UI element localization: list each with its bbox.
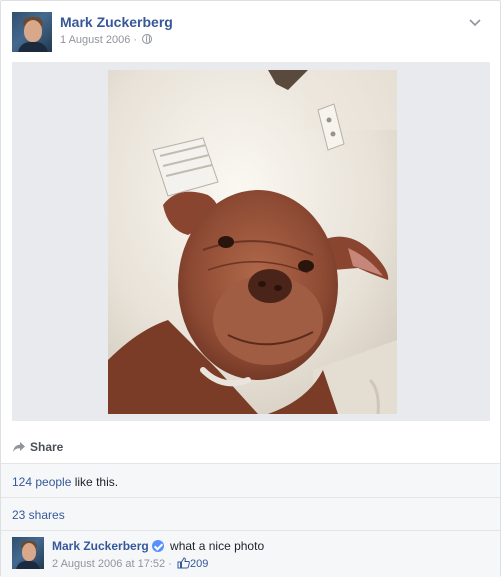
comment-meta-separator: · [168, 558, 172, 570]
comment-timestamp[interactable]: 2 August 2006 at 17:52 [52, 558, 165, 570]
likes-row: 124 people like this. [1, 463, 500, 497]
comment-author[interactable]: Mark Zuckerberg [52, 539, 149, 553]
meta-separator: · [133, 34, 138, 46]
comment-text: what a nice photo [170, 539, 265, 553]
likes-summary: 124 people like this. [12, 475, 118, 489]
photo-container [12, 62, 490, 421]
share-label: Share [30, 440, 64, 454]
share-arrow-icon [13, 442, 25, 452]
comment-meta: 2 August 2006 at 17:52 · 209 [52, 557, 208, 570]
post-photo[interactable] [108, 70, 397, 414]
comment-row: Mark Zuckerberg what a nice photo 2 Augu… [1, 530, 500, 577]
post-meta: 1 August 2006 · [60, 34, 153, 46]
likes-suffix: like this. [71, 475, 119, 489]
likes-count-link[interactable]: 124 people [12, 475, 71, 489]
post-actions: Share [12, 434, 490, 460]
post-date[interactable]: 1 August 2006 [60, 34, 130, 46]
chevron-down-icon[interactable] [468, 18, 482, 28]
post-card: Mark Zuckerberg 1 August 2006 · Share 12… [0, 0, 501, 577]
dog-photo-image [108, 70, 397, 414]
comment-avatar[interactable] [12, 537, 44, 569]
thumbs-up-icon[interactable] [177, 557, 190, 569]
globe-icon[interactable] [142, 34, 153, 44]
comment-like-count[interactable]: 209 [190, 558, 208, 570]
shares-row: 23 shares [1, 497, 500, 530]
comment-body: Mark Zuckerberg what a nice photo [52, 539, 264, 553]
share-button[interactable]: Share [12, 440, 63, 454]
shares-count-link[interactable]: 23 shares [12, 508, 65, 522]
post-header: Mark Zuckerberg 1 August 2006 · [12, 12, 482, 52]
author-name[interactable]: Mark Zuckerberg [60, 14, 173, 30]
verified-badge-icon [151, 540, 164, 552]
author-avatar[interactable] [12, 12, 52, 52]
